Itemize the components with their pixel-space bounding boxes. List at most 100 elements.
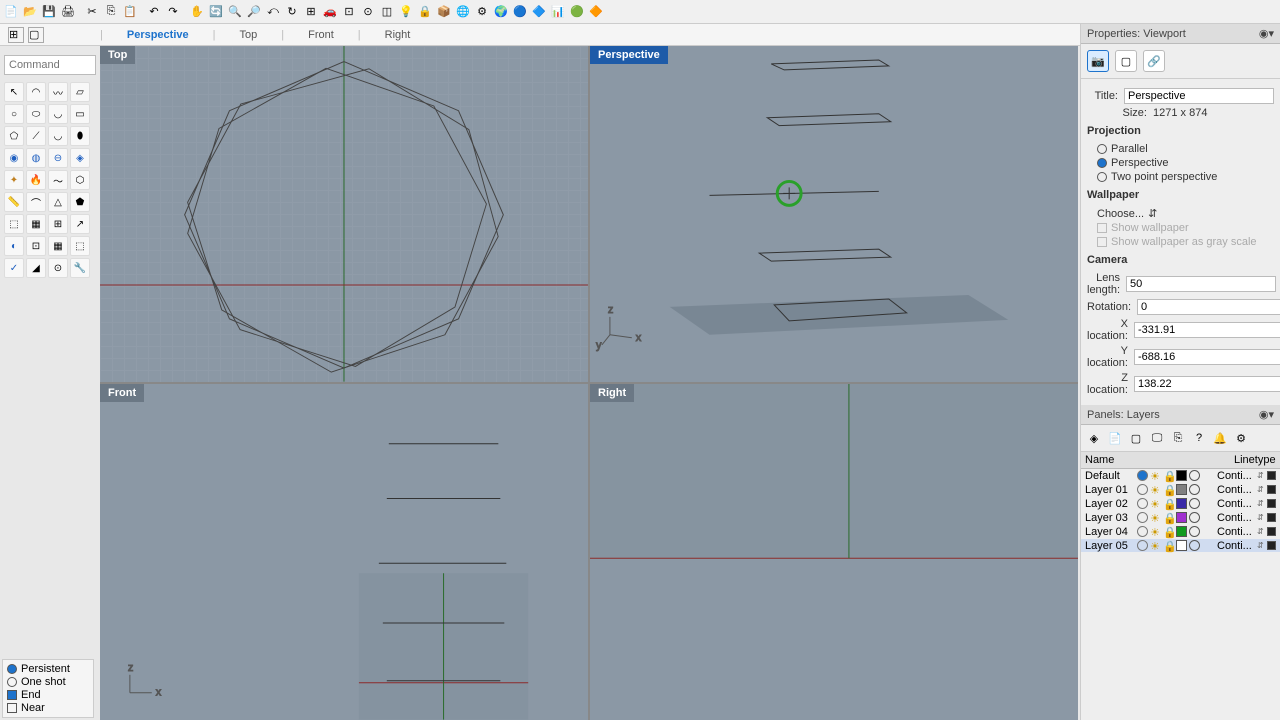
light-icon[interactable]: 💡 bbox=[397, 3, 415, 21]
four-view-icon[interactable]: ⊞ bbox=[302, 3, 320, 21]
layer-color-swatch[interactable] bbox=[1176, 540, 1187, 551]
layer-linetype[interactable]: Conti... bbox=[1217, 484, 1257, 496]
array-tool-icon[interactable]: ⬚ bbox=[4, 214, 24, 234]
trim-tool-icon[interactable]: ⬚ bbox=[70, 236, 90, 256]
layer-current-icon[interactable] bbox=[1137, 540, 1148, 551]
layer-linetype[interactable]: Conti... bbox=[1217, 470, 1257, 482]
move-tool-icon[interactable]: ↗ bbox=[70, 214, 90, 234]
layer-row[interactable]: Layer 02☀🔒Conti...⇵ bbox=[1081, 497, 1280, 511]
globe-icon[interactable]: 🌐 bbox=[454, 3, 472, 21]
copy-icon[interactable]: ⎘ bbox=[102, 3, 120, 21]
rotation-input[interactable] bbox=[1137, 299, 1280, 315]
layer-visible-icon[interactable]: ☀ bbox=[1150, 470, 1161, 481]
layer-lock-icon[interactable]: 🔒 bbox=[1163, 512, 1174, 523]
layer-linetype-dropdown-icon[interactable]: ⇵ bbox=[1257, 527, 1265, 536]
viewport-top[interactable]: Top bbox=[100, 46, 588, 382]
sphere-icon[interactable]: 🔵 bbox=[511, 3, 529, 21]
line-tool-icon[interactable]: ⟋ bbox=[26, 126, 46, 146]
projection-perspective-radio[interactable]: Perspective bbox=[1097, 157, 1274, 169]
layer-bell-icon[interactable]: 🔔 bbox=[1211, 429, 1229, 447]
viewport-front[interactable]: z x Front bbox=[100, 384, 588, 720]
edit-tool-icon[interactable]: ◢ bbox=[26, 258, 46, 278]
layer-color-swatch[interactable] bbox=[1176, 512, 1187, 523]
render-icon[interactable]: 🚗 bbox=[321, 3, 339, 21]
command-input[interactable] bbox=[4, 55, 96, 75]
stats-icon[interactable]: 📊 bbox=[549, 3, 567, 21]
analyze-tool-icon[interactable]: ⊙ bbox=[48, 258, 68, 278]
layer-visible-icon[interactable]: ☀ bbox=[1150, 512, 1161, 523]
layer-linetype-dropdown-icon[interactable]: ⇵ bbox=[1257, 541, 1265, 550]
layer-color-swatch[interactable] bbox=[1176, 498, 1187, 509]
layer-current-icon[interactable] bbox=[1137, 526, 1148, 537]
new-file-icon[interactable]: 📄 bbox=[2, 3, 20, 21]
arc2-tool-icon[interactable]: ◡ bbox=[48, 126, 68, 146]
layer-visible-icon[interactable]: ☀ bbox=[1150, 498, 1161, 509]
grid-tool-icon[interactable]: ▦ bbox=[26, 214, 46, 234]
layer-print-swatch[interactable] bbox=[1267, 471, 1276, 480]
paste-icon[interactable]: 📋 bbox=[121, 3, 139, 21]
layer-row[interactable]: Layer 05☀🔒Conti...⇵ bbox=[1081, 539, 1280, 553]
shape-icon[interactable]: 🔷 bbox=[530, 3, 548, 21]
layout-icon-1[interactable]: ⊞ bbox=[8, 27, 24, 43]
link-mode-icon[interactable]: 🔗 bbox=[1143, 50, 1165, 72]
layer-row[interactable]: Default☀🔒Conti...⇵ bbox=[1081, 469, 1280, 483]
layer-material-icon[interactable] bbox=[1189, 470, 1200, 481]
panel-menu-icon[interactable]: ◉▾ bbox=[1259, 27, 1274, 40]
cylinder-tool-icon[interactable]: ◍ bbox=[26, 148, 46, 168]
layer-dup-icon[interactable]: ⎘ bbox=[1169, 429, 1187, 447]
layer-linetype-dropdown-icon[interactable]: ⇵ bbox=[1257, 471, 1265, 480]
osnap-persistent-radio[interactable]: Persistent bbox=[7, 663, 89, 675]
layer-current-icon[interactable] bbox=[1137, 498, 1148, 509]
spiral-tool-icon[interactable]: 〜 bbox=[48, 170, 68, 190]
layer-print-swatch[interactable] bbox=[1267, 513, 1276, 522]
osnap-near-check[interactable]: Near bbox=[7, 702, 89, 714]
mesh-tool-icon[interactable]: ⬡ bbox=[70, 170, 90, 190]
undo-icon[interactable]: ↶ bbox=[145, 3, 163, 21]
arc-tool-icon[interactable]: ◡ bbox=[48, 104, 68, 124]
layout-icon-2[interactable]: ▢ bbox=[28, 27, 44, 43]
layer-row[interactable]: Layer 01☀🔒Conti...⇵ bbox=[1081, 483, 1280, 497]
layer-current-icon[interactable] bbox=[1137, 470, 1148, 481]
sphere-tool-icon[interactable]: ◉ bbox=[4, 148, 24, 168]
osnap-oneshot-radio[interactable]: One shot bbox=[7, 676, 89, 688]
yloc-input[interactable] bbox=[1134, 349, 1280, 365]
zoom-undo-icon[interactable]: ⤺ bbox=[264, 3, 282, 21]
layer-print-swatch[interactable] bbox=[1267, 485, 1276, 494]
viewport-right[interactable]: Right bbox=[590, 384, 1078, 720]
lasso-tool-icon[interactable]: ◠ bbox=[26, 82, 46, 102]
layer-screen-icon[interactable]: 🖵 bbox=[1148, 429, 1166, 447]
refresh-icon[interactable]: ↻ bbox=[283, 3, 301, 21]
projection-twopoint-radio[interactable]: Two point perspective bbox=[1097, 171, 1274, 183]
layer-current-icon[interactable] bbox=[1137, 484, 1148, 495]
layer-material-icon[interactable] bbox=[1189, 498, 1200, 509]
rotate-icon[interactable]: 🔄 bbox=[207, 3, 225, 21]
redo-icon[interactable]: ↷ bbox=[164, 3, 182, 21]
zoom-extents-icon[interactable]: ⊡ bbox=[340, 3, 358, 21]
curve-tool-icon[interactable]: ▭ bbox=[70, 104, 90, 124]
box-icon[interactable]: 📦 bbox=[435, 3, 453, 21]
show-wallpaper-gray-check[interactable]: Show wallpaper as gray scale bbox=[1097, 236, 1274, 248]
layer-current-icon[interactable] bbox=[1137, 512, 1148, 523]
zoom-out-icon[interactable]: 🔎 bbox=[245, 3, 263, 21]
layer-print-swatch[interactable] bbox=[1267, 527, 1276, 536]
layer-row[interactable]: Layer 04☀🔒Conti...⇵ bbox=[1081, 525, 1280, 539]
tab-top[interactable]: Top bbox=[233, 27, 263, 43]
layer-linetype[interactable]: Conti... bbox=[1217, 512, 1257, 524]
lens-input[interactable] bbox=[1126, 276, 1276, 292]
layer-visible-icon[interactable]: ☀ bbox=[1150, 484, 1161, 495]
circle-tool-icon[interactable]: ○ bbox=[4, 104, 24, 124]
layer-linetype-dropdown-icon[interactable]: ⇵ bbox=[1257, 499, 1265, 508]
zoom-selected-icon[interactable]: ⊙ bbox=[359, 3, 377, 21]
rotate-tool-icon[interactable]: ◐ bbox=[4, 236, 24, 256]
layer-color-swatch[interactable] bbox=[1176, 484, 1187, 495]
snap-tool-icon[interactable]: ⊞ bbox=[48, 214, 68, 234]
cut-icon[interactable]: ✂ bbox=[83, 3, 101, 21]
layer-material-icon[interactable] bbox=[1189, 512, 1200, 523]
layer-material-icon[interactable] bbox=[1189, 526, 1200, 537]
layer-linetype-dropdown-icon[interactable]: ⇵ bbox=[1257, 485, 1265, 494]
select-tool-icon[interactable]: ↖ bbox=[4, 82, 24, 102]
world-icon[interactable]: 🌍 bbox=[492, 3, 510, 21]
layers-panel-menu-icon[interactable]: ◉▾ bbox=[1259, 408, 1274, 421]
chamfer-tool-icon[interactable]: △ bbox=[48, 192, 68, 212]
extrude-tool-icon[interactable]: ⬟ bbox=[70, 192, 90, 212]
